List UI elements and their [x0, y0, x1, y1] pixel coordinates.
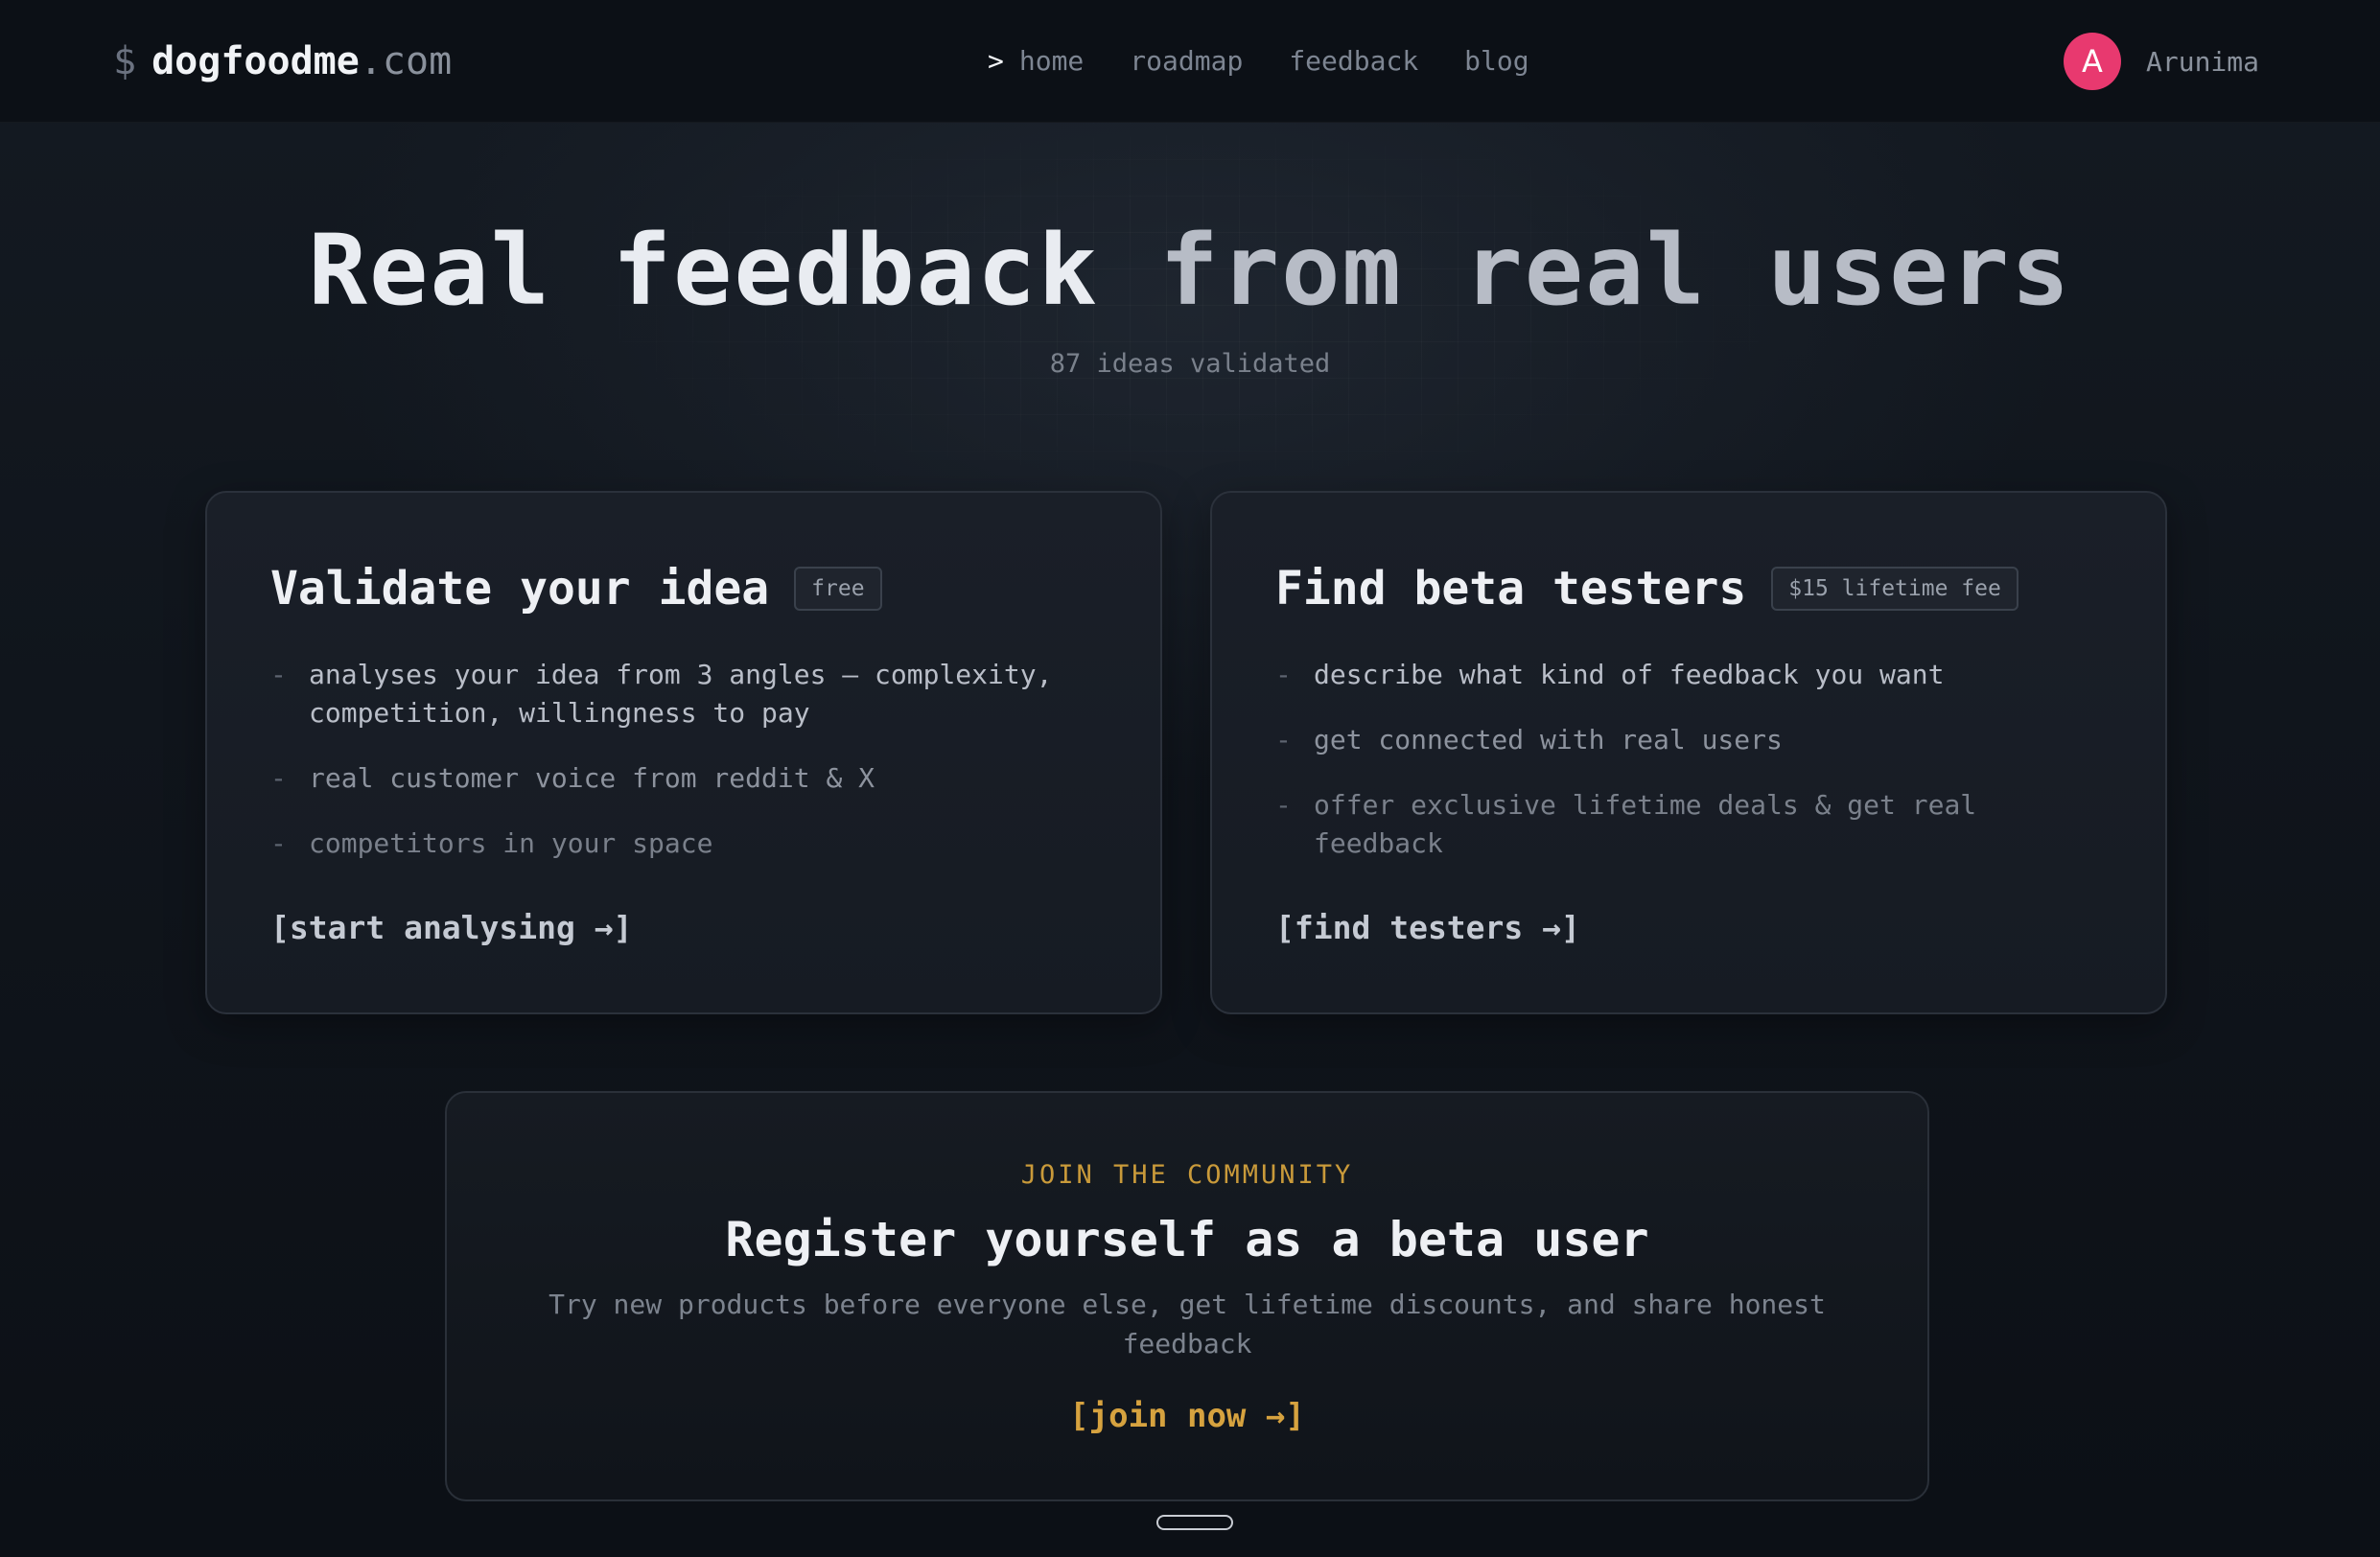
list-item: - offer exclusive lifetime deals & get re…: [1275, 786, 2100, 863]
hero-title-part2: from real users: [1159, 214, 2072, 328]
main-nav: > home roadmap feedback blog: [988, 42, 1529, 81]
dash-icon: -: [1275, 789, 1292, 821]
card-title: Validate your idea: [270, 562, 770, 616]
price-badge: free: [794, 567, 882, 611]
dollar-icon: $: [113, 39, 137, 83]
find-beta-testers-card: Find beta testers $15 lifetime fee - desc…: [1210, 491, 2167, 1014]
hero-title-part1: Real feedback: [308, 214, 1099, 328]
avatar[interactable]: A: [2064, 33, 2121, 90]
find-testers-button[interactable]: [find testers →]: [1275, 909, 1580, 946]
feature-text: real customer voice from reddit & X: [309, 762, 875, 794]
join-now-button[interactable]: [join now →]: [447, 1394, 1927, 1438]
card-header: Validate your idea free: [270, 556, 882, 621]
community-banner: JOIN THE COMMUNITY Register yourself as …: [445, 1091, 1929, 1501]
feature-text: competitors in your space: [309, 827, 713, 859]
top-navbar: $ dogfoodme.com > home roadmap feedback bl…: [0, 0, 2380, 123]
logo-tld: .com: [359, 39, 453, 83]
scroll-handle[interactable]: [1156, 1515, 1233, 1530]
list-item: - describe what kind of feedback you want: [1275, 656, 2100, 694]
dash-icon: -: [270, 762, 287, 794]
dash-icon: -: [270, 827, 287, 859]
feature-text: get connected with real users: [1314, 724, 1783, 755]
nav-link-label: home: [1018, 45, 1085, 77]
card-title: Find beta testers: [1275, 562, 1747, 616]
user-menu[interactable]: A Arunima: [2064, 33, 2259, 90]
list-item: - competitors in your space: [270, 825, 1095, 863]
list-item: - get connected with real users: [1275, 721, 2100, 759]
nav-link-blog[interactable]: blog: [1464, 42, 1528, 81]
nav-link-feedback[interactable]: feedback: [1289, 42, 1418, 81]
card-header: Find beta testers $15 lifetime fee: [1275, 556, 2018, 621]
hero-subtitle: 87 ideas validated: [1049, 349, 1331, 379]
dash-icon: -: [1275, 659, 1292, 690]
feature-text: offer exclusive lifetime deals & get rea…: [1314, 789, 1977, 859]
nav-link-home[interactable]: > home: [988, 42, 1084, 81]
nav-link-roadmap[interactable]: roadmap: [1130, 42, 1243, 81]
feature-text: describe what kind of feedback you want: [1314, 659, 1945, 690]
logo-brand: dogfoodme: [152, 39, 360, 83]
community-description: Try new products before everyone else, g…: [548, 1289, 1826, 1359]
list-item: - real customer voice from reddit & X: [270, 759, 1095, 798]
validate-idea-card: Validate your idea free - analyses your i…: [205, 491, 1162, 1014]
hero-title: Real feedback from real users: [0, 209, 2380, 334]
price-badge: $15 lifetime fee: [1771, 567, 2018, 611]
list-item: - analyses your idea from 3 angles — comp…: [270, 656, 1095, 732]
dash-icon: -: [270, 659, 287, 690]
start-analysing-button[interactable]: [start analysing →]: [270, 909, 633, 946]
feature-list: - analyses your idea from 3 angles — comp…: [270, 656, 1095, 890]
username[interactable]: Arunima: [2146, 46, 2259, 78]
feature-list: - describe what kind of feedback you want…: [1275, 656, 2100, 890]
dash-icon: -: [1275, 724, 1292, 755]
community-eyebrow: JOIN THE COMMUNITY: [1020, 1160, 1354, 1190]
site-logo[interactable]: $ dogfoodme.com: [113, 35, 452, 88]
caret-icon: >: [988, 45, 1004, 77]
community-title: Register yourself as a beta user: [725, 1212, 1649, 1267]
feature-text: analyses your idea from 3 angles — compl…: [309, 659, 1053, 729]
